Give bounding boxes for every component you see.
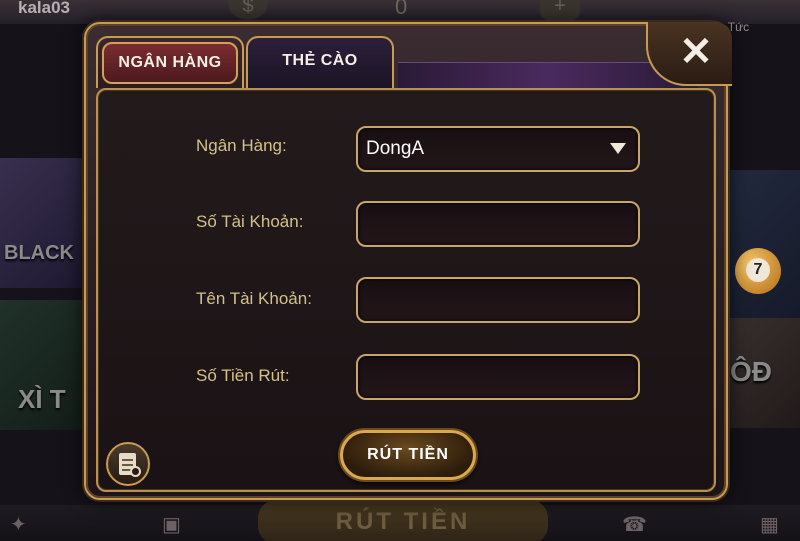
lobby-balance: 0 — [395, 0, 408, 19]
history-icon-line — [122, 464, 133, 466]
ball-number: 7 — [746, 258, 770, 282]
lobby-username: kala03 — [18, 0, 70, 17]
lobby-tile-label: BLACK — [4, 242, 74, 264]
account-number-field[interactable] — [356, 201, 640, 247]
amount-label: Số Tiền Rút: — [196, 366, 290, 385]
close-icon[interactable]: ✕ — [670, 28, 722, 78]
tab-card[interactable]: THẺ CÀO — [246, 36, 394, 88]
bank-label: Ngân Hàng: — [196, 136, 287, 155]
amount-field[interactable] — [356, 354, 640, 400]
lobby-tile-blackjack — [0, 158, 90, 288]
lobby-withdraw-button: RÚT TIỀN — [258, 500, 548, 541]
bank-select-value: DongA — [366, 138, 425, 159]
withdraw-button[interactable]: RÚT TIỀN — [340, 430, 476, 480]
tab-bank-label: NGÂN HÀNG — [102, 42, 238, 84]
chevron-down-icon — [610, 143, 626, 154]
billiard-ball-icon: 7 — [735, 248, 781, 294]
history-icon-line — [122, 459, 133, 461]
bank-select[interactable]: DongA — [356, 126, 640, 172]
clock-icon — [130, 466, 141, 477]
user-icon: ▣ — [162, 514, 181, 536]
plus-icon: + — [540, 0, 580, 20]
account-name-field[interactable] — [356, 277, 640, 323]
withdraw-dialog: NGÂN HÀNG THẺ CÀO ✕ Ngân Hàng: DongA Số … — [84, 22, 732, 500]
account-name-label: Tên Tài Khoản: — [196, 289, 312, 308]
history-button[interactable] — [106, 442, 150, 486]
grid-icon: ▦ — [760, 514, 779, 536]
phone-icon: ☎ — [622, 514, 647, 536]
account-number-label: Số Tài Khoản: — [196, 212, 304, 231]
cards-icon: ✦ — [10, 514, 27, 536]
tab-bank[interactable]: NGÂN HÀNG — [96, 36, 244, 88]
lobby-tile-label: XÌ T — [18, 384, 66, 414]
lobby-tile-label: ÔĐ — [730, 356, 772, 387]
